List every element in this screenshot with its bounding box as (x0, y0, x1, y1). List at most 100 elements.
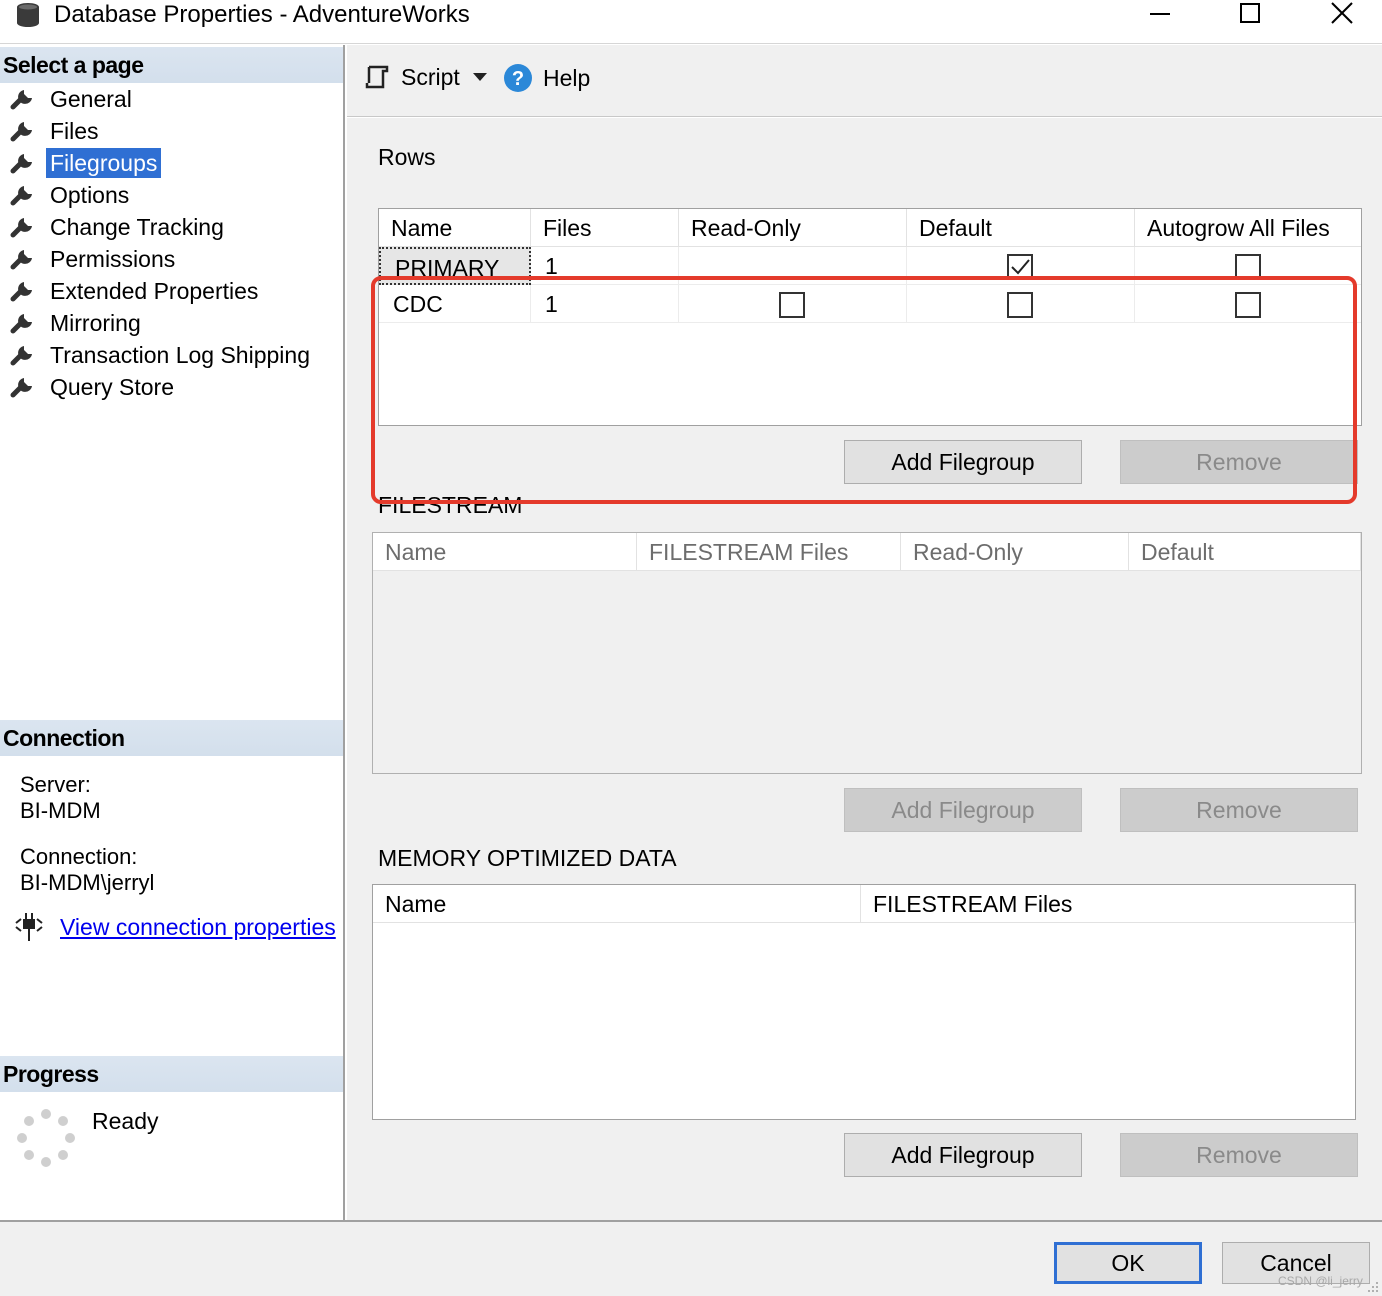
filestream-add-filegroup-button[interactable]: Add Filegroup (844, 788, 1082, 832)
wrench-icon (10, 346, 32, 366)
filegroup-files-cell: 1 (531, 285, 679, 323)
script-button[interactable]: Script (363, 63, 460, 91)
read-only-cell (679, 285, 907, 323)
autogrow-checkbox[interactable] (1235, 292, 1261, 318)
table-row[interactable]: CDC 1 (379, 285, 1361, 323)
wrench-icon (10, 282, 32, 302)
progress-spinner-icon (17, 1109, 75, 1167)
rows-grid-header: Name Files Read-Only Default Autogrow All Fi… (379, 209, 1361, 247)
memory-remove-button[interactable]: Remove (1120, 1133, 1358, 1177)
connection-value: BI-MDM\jerryl (20, 870, 155, 895)
rows-grid[interactable]: Name Files Read-Only Default Autogrow All Fi… (378, 208, 1362, 426)
rows-remove-button[interactable]: Remove (1120, 440, 1358, 484)
view-connection-row: View connection properties (14, 913, 336, 941)
svg-text:?: ? (512, 68, 524, 90)
help-button[interactable]: ? Help (503, 63, 590, 93)
close-icon[interactable] (1312, 0, 1372, 30)
wrench-icon (10, 122, 32, 142)
memory-column-header[interactable]: FILESTREAM Files (861, 885, 1355, 923)
sidebar-item-label: Options (50, 182, 130, 208)
progress-status: Ready (92, 1108, 159, 1134)
filegroup-name-cell[interactable]: PRIMARY (379, 247, 531, 285)
title-bar: Database Properties - AdventureWorks (0, 0, 1382, 44)
wrench-icon (10, 186, 32, 206)
sidebar-item-label: Change Tracking (50, 214, 224, 240)
default-cell (907, 285, 1135, 323)
wrench-icon (10, 218, 32, 238)
memory-optimized-grid[interactable]: Name FILESTREAM Files (372, 884, 1356, 1120)
sidebar-item-files[interactable]: Files (10, 115, 314, 147)
wrench-icon (10, 250, 32, 270)
watermark: CSDN @li_jerry (1278, 1274, 1363, 1288)
script-icon (365, 65, 389, 89)
rows-column-header[interactable]: Files (531, 209, 679, 247)
database-icon (17, 3, 39, 27)
filestream-column-header[interactable]: Read-Only (901, 533, 1129, 571)
wrench-icon (10, 378, 32, 398)
sidebar-item-extended-properties[interactable]: Extended Properties (10, 275, 314, 307)
table-row[interactable]: PRIMARY 1 (379, 247, 1361, 285)
memory-column-header[interactable]: Name (373, 885, 861, 923)
filegroup-name-cell[interactable]: CDC (379, 285, 531, 323)
connection-info: Connection: BI-MDM\jerryl (20, 844, 154, 896)
resize-grip-icon[interactable] (1366, 1280, 1380, 1294)
sidebar-item-label: Extended Properties (50, 278, 259, 304)
rows-add-filegroup-button[interactable]: Add Filegroup (844, 440, 1082, 484)
server-info: Server: BI-MDM (20, 772, 101, 824)
connection-label: Connection: (20, 844, 138, 869)
rows-column-header[interactable]: Autogrow All Files (1135, 209, 1361, 247)
sidebar-item-change-tracking[interactable]: Change Tracking (10, 211, 314, 243)
dialog-footer: OK Cancel CSDN @li_jerry (0, 1220, 1382, 1296)
script-label: Script (401, 63, 460, 90)
minimize-icon[interactable] (1130, 0, 1190, 30)
filestream-column-header[interactable]: Default (1129, 533, 1361, 571)
sidebar-item-permissions[interactable]: Permissions (10, 243, 314, 275)
script-dropdown-arrow-icon[interactable] (471, 71, 489, 83)
memory-optimized-grid-header: Name FILESTREAM Files (373, 885, 1355, 923)
sidebar-item-options[interactable]: Options (10, 179, 314, 211)
default-checkbox[interactable] (1007, 292, 1033, 318)
sidebar-item-mirroring[interactable]: Mirroring (10, 307, 314, 339)
read-only-cell (679, 247, 907, 285)
memory-add-filegroup-button[interactable]: Add Filegroup (844, 1133, 1082, 1177)
left-pane: Select a page General Files Filegroups Opti… (0, 45, 345, 1220)
maximize-icon[interactable] (1220, 0, 1280, 30)
sidebar-item-label: Mirroring (50, 310, 141, 336)
filestream-grid[interactable]: Name FILESTREAM Files Read-Only Default (372, 532, 1362, 774)
default-cell (907, 247, 1135, 285)
filestream-remove-button[interactable]: Remove (1120, 788, 1358, 832)
sidebar-item-general[interactable]: General (10, 83, 314, 115)
server-label: Server: (20, 772, 91, 797)
sidebar-item-label: Query Store (50, 374, 174, 400)
sidebar-item-transaction-log-shipping[interactable]: Transaction Log Shipping (10, 339, 314, 371)
filestream-grid-header: Name FILESTREAM Files Read-Only Default (373, 533, 1361, 571)
filestream-column-header[interactable]: Name (373, 533, 637, 571)
autogrow-checkbox[interactable] (1235, 254, 1261, 280)
rows-column-header[interactable]: Read-Only (679, 209, 907, 247)
toolbar: Script ? Help (347, 45, 1382, 117)
rows-column-header[interactable]: Default (907, 209, 1135, 247)
autogrow-cell (1135, 247, 1361, 285)
sidebar-item-filegroups[interactable]: Filegroups (10, 147, 314, 179)
autogrow-cell (1135, 285, 1361, 323)
window-title: Database Properties - AdventureWorks (54, 1, 470, 28)
server-value: BI-MDM (20, 798, 101, 823)
filegroups-content: Rows Name Files Read-Only Default Autogrow A… (347, 118, 1382, 1220)
wrench-icon (10, 154, 32, 174)
select-page-heading: Select a page (0, 47, 343, 83)
sidebar-item-label: Filegroups (46, 148, 162, 178)
sidebar-item-label: Files (50, 118, 99, 144)
view-connection-properties-link[interactable]: View connection properties (60, 914, 336, 941)
filestream-section-label: FILESTREAM (378, 492, 523, 518)
page-list: General Files Filegroups Options Change Trac… (10, 83, 314, 403)
read-only-checkbox[interactable] (779, 292, 805, 318)
sidebar-item-query-store[interactable]: Query Store (10, 371, 314, 403)
default-checkbox[interactable] (1007, 254, 1033, 280)
connection-heading: Connection (0, 720, 343, 756)
ok-button[interactable]: OK (1054, 1242, 1202, 1284)
filestream-column-header[interactable]: FILESTREAM Files (637, 533, 901, 571)
rows-column-header[interactable]: Name (379, 209, 531, 247)
help-icon: ? (504, 64, 532, 92)
sidebar-item-label: Permissions (50, 246, 176, 272)
progress-heading: Progress (0, 1056, 343, 1092)
